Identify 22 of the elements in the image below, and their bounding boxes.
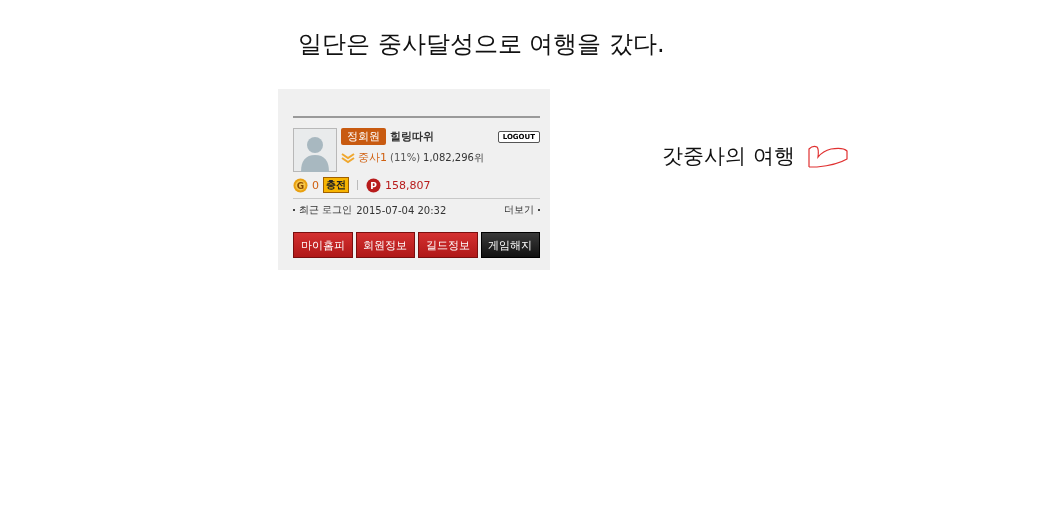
menu-button[interactable]: 마이홈피 — [293, 232, 353, 258]
heart-scribble-icon — [806, 143, 849, 169]
last-login-time: 2015-07-04 20:32 — [356, 204, 447, 216]
more-link[interactable]: 더보기 — [504, 203, 534, 217]
menu-button[interactable]: 게임해지 — [480, 232, 540, 258]
chevron-icon — [341, 151, 355, 164]
heading: 일단은 중사달성으로 여행을 갔다. — [297, 29, 666, 60]
membership-badge: 정회원 — [341, 128, 386, 145]
ranking-position: 1,082,296위 — [423, 150, 484, 165]
rank: 중사1 — [358, 150, 387, 165]
points-icon: P — [366, 177, 381, 193]
charge-button[interactable]: 충전 — [323, 177, 349, 193]
menu-button[interactable]: 회원정보 — [355, 232, 415, 258]
rank-percent: (11%) — [390, 152, 421, 163]
points-amount: 158,807 — [385, 178, 431, 192]
coin-amount: 0 — [312, 178, 319, 192]
menu-button[interactable]: 길드정보 — [418, 232, 478, 258]
coin-icon: G — [293, 177, 308, 193]
avatar-icon — [293, 128, 337, 172]
caption: 갓중사의 여행 — [662, 143, 795, 170]
nickname: 힐링따위 — [390, 129, 435, 144]
last-login-label: 최근 로그인 — [299, 203, 353, 217]
